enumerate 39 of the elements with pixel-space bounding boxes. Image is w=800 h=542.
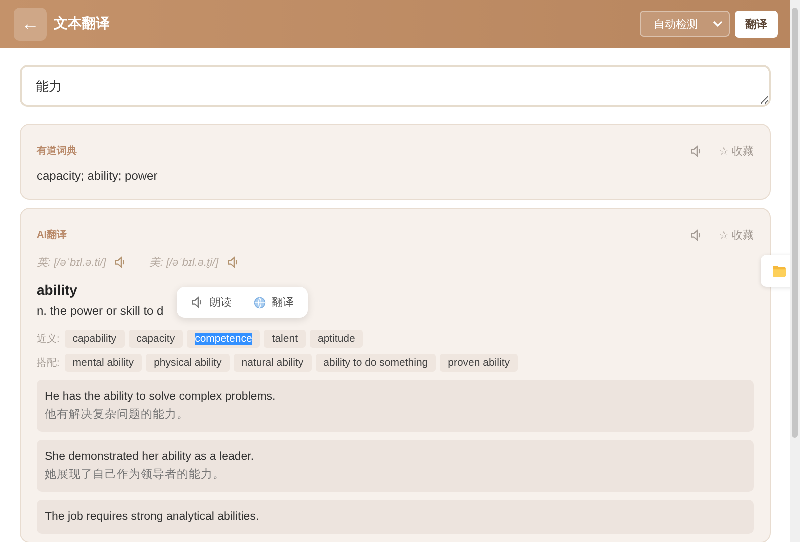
speaker-icon[interactable]: [690, 228, 704, 242]
caret-icon: [713, 21, 723, 27]
example-chinese: 她展现了自己作为领导者的能力。: [45, 468, 226, 483]
synonym-tag[interactable]: aptitude: [310, 330, 364, 348]
phonetic-text: 英: [/əˈbɪl.ə.ti/]: [37, 256, 106, 270]
folder-button[interactable]: [761, 255, 790, 287]
speaker-icon[interactable]: [690, 144, 704, 158]
collocation-tag[interactable]: natural ability: [234, 354, 312, 372]
definition-text: n. the power or skill to d: [37, 304, 164, 318]
collocation-tag[interactable]: ability to do something: [316, 354, 436, 372]
page-title: 文本翻译: [54, 15, 110, 33]
speaker-icon: [191, 296, 204, 309]
synonym-tag[interactable]: talent: [264, 330, 306, 348]
speaker-icon[interactable]: [114, 256, 128, 269]
synonym-tag[interactable]: capacity: [128, 330, 184, 348]
collocation-tag[interactable]: physical ability: [146, 354, 230, 372]
card-title: 有道词典: [37, 144, 77, 158]
read-aloud-option[interactable]: 朗读: [191, 295, 232, 310]
collocation-tag[interactable]: proven ability: [440, 354, 518, 372]
phonetic-text: 美: [/əˈbɪl.ə.t̬i/]: [149, 256, 219, 270]
example-english: He has the ability to solve complex problems.: [45, 390, 277, 405]
headword: ability: [37, 282, 78, 298]
example-english: She demonstrated her ability as a leader.: [45, 450, 256, 465]
example-chinese: 他有解决复杂问题的能力。: [45, 408, 190, 423]
scrollbar-thumb[interactable]: [792, 8, 798, 438]
collocations-label: 搭配:: [37, 356, 60, 370]
collocation-tag[interactable]: mental ability: [64, 354, 142, 372]
card-title: AI翻译: [37, 228, 67, 242]
synonym-tag[interactable]: capability: [64, 330, 125, 348]
folder-icon: [773, 266, 786, 276]
scrollbar[interactable]: [790, 0, 800, 542]
translate-option[interactable]: 翻译: [254, 295, 294, 310]
speaker-icon[interactable]: [226, 256, 240, 269]
globe-icon: [254, 296, 266, 308]
translation-text: capacity; ability; power: [37, 169, 159, 183]
translate-button[interactable]: 翻译: [735, 10, 778, 38]
text-input[interactable]: 能力: [20, 65, 771, 107]
example-english: The job requires strong analytical abilities.: [45, 510, 260, 525]
synonyms-label: 近义:: [37, 332, 60, 346]
